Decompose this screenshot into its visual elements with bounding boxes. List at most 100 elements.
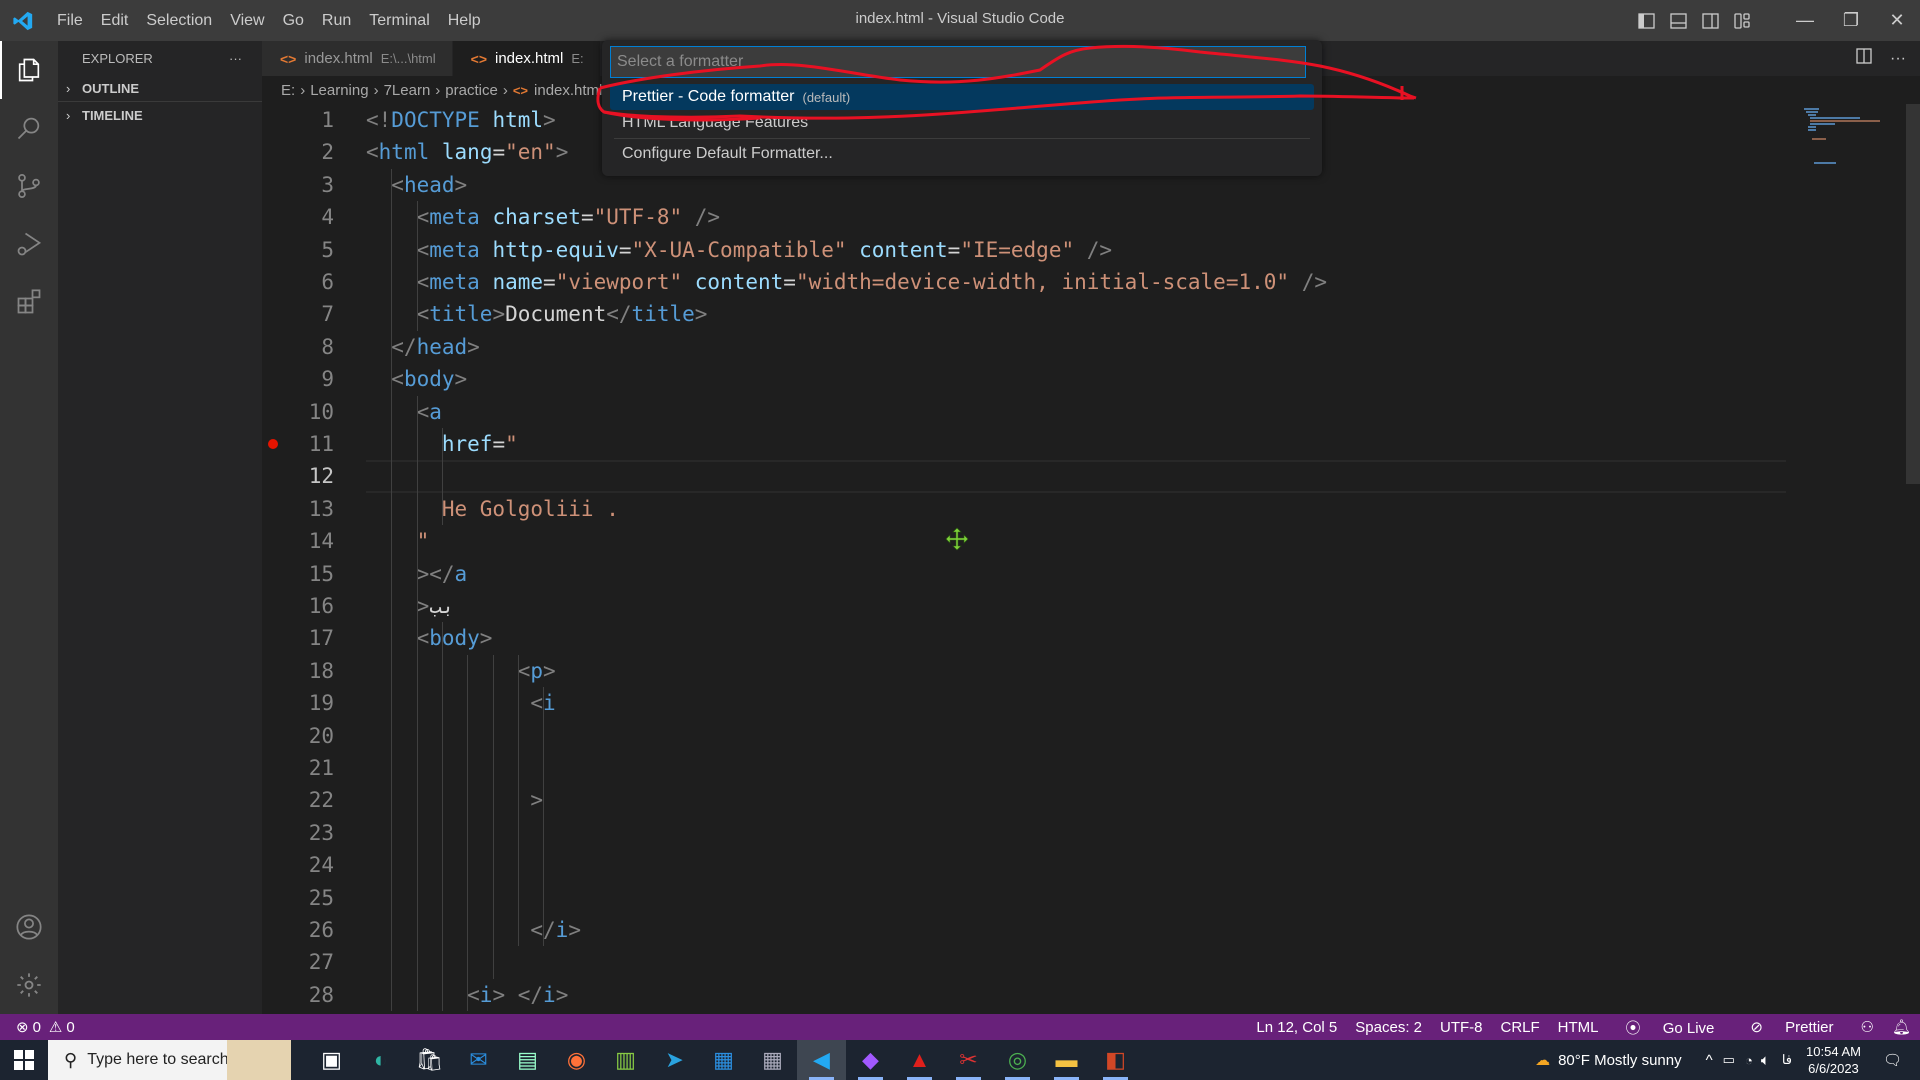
taskbar-app-powerpoint[interactable]: ◧ — [1091, 1040, 1140, 1080]
cursor-position[interactable]: Ln 12, Col 5 — [1247, 1019, 1346, 1036]
code-line[interactable]: 4 <meta charset="UTF-8" /> — [262, 201, 1786, 233]
code-line[interactable]: 21 — [262, 752, 1786, 784]
notification-center-icon[interactable]: 🗨︎ — [1875, 1051, 1920, 1069]
tab-index-html-1[interactable]: <> index.html E:\...\html — [262, 41, 453, 76]
close-button[interactable]: ✕ — [1874, 0, 1920, 41]
prettier-button[interactable]: ⊘ Prettier — [1732, 1018, 1851, 1036]
code-line[interactable]: 8 </head> — [262, 331, 1786, 363]
customize-layout-icon[interactable] — [1726, 0, 1758, 41]
taskbar-app-store[interactable]: 🛍︎ — [405, 1040, 454, 1080]
quick-pick-item-html-language-features[interactable]: HTML Language Features — [610, 110, 1314, 136]
code-line[interactable]: 14 " — [262, 525, 1786, 557]
quick-pick-item-configure-default[interactable]: Configure Default Formatter... — [610, 141, 1314, 167]
volume-icon[interactable]: 🔈︎ — [1761, 1052, 1770, 1069]
taskbar-app-chrome[interactable]: ◎ — [993, 1040, 1042, 1080]
code-line[interactable]: 9 <body> — [262, 363, 1786, 395]
restore-button[interactable]: ❐ — [1828, 0, 1874, 41]
breadcrumb-item[interactable]: E: — [281, 82, 295, 99]
source-control-icon[interactable] — [0, 157, 58, 215]
code-line[interactable]: 5 <meta http-equiv="X-UA-Compatible" con… — [262, 234, 1786, 266]
input-language[interactable]: فا — [1782, 1052, 1792, 1068]
toggle-secondary-sidebar-icon[interactable] — [1694, 0, 1726, 41]
quick-pick-item-prettier[interactable]: Prettier - Code formatter (default) — [610, 84, 1314, 110]
explorer-icon[interactable] — [0, 41, 58, 99]
weather-text[interactable]: 80°F Mostly sunny — [1558, 1052, 1682, 1069]
code-line[interactable]: 22 > — [262, 784, 1786, 816]
code-line[interactable]: 13 He Golgoliii . — [262, 493, 1786, 525]
code-line[interactable]: 26 </i> — [262, 914, 1786, 946]
code-line[interactable]: 18 <p> — [262, 655, 1786, 687]
encoding[interactable]: UTF-8 — [1431, 1019, 1492, 1036]
windows-start-icon[interactable] — [0, 1040, 48, 1080]
taskbar-app-snipping[interactable]: ✂ — [944, 1040, 993, 1080]
extensions-icon[interactable] — [0, 273, 58, 331]
code-line[interactable]: 25 — [262, 882, 1786, 914]
tab-index-html-2[interactable]: <> index.html E: — [452, 41, 601, 76]
menu-terminal[interactable]: Terminal — [360, 0, 438, 41]
breadcrumb-item[interactable]: practice — [445, 82, 498, 99]
code-line[interactable]: 24 — [262, 849, 1786, 881]
formatter-search-input[interactable] — [617, 53, 1305, 71]
clock[interactable]: 10:54 AM 6/6/2023 — [1792, 1043, 1875, 1077]
menu-view[interactable]: View — [221, 0, 273, 41]
menu-help[interactable]: Help — [439, 0, 490, 41]
code-line[interactable]: 10 <a — [262, 396, 1786, 428]
menu-run[interactable]: Run — [313, 0, 360, 41]
taskbar-app-vscode[interactable]: ◀ — [797, 1040, 846, 1080]
meet-now-icon[interactable]: ▭ — [1723, 1052, 1735, 1068]
menu-edit[interactable]: Edit — [92, 0, 138, 41]
manage-gear-icon[interactable] — [0, 956, 58, 1014]
taskbar-app-calculator[interactable]: ▦ — [748, 1040, 797, 1080]
code-line[interactable]: 17 <body> — [262, 622, 1786, 654]
wifi-icon[interactable]: ◔ — [1745, 1053, 1753, 1068]
language-mode[interactable]: HTML — [1549, 1019, 1608, 1036]
menu-selection[interactable]: Selection — [137, 0, 221, 41]
taskbar-app-edge[interactable]: ◐ — [356, 1040, 405, 1080]
feedback-icon[interactable]: ⚇ — [1852, 1018, 1883, 1036]
taskbar-app-task-view[interactable]: ▣ — [307, 1040, 356, 1080]
code-line[interactable]: 23 — [262, 817, 1786, 849]
code-editor[interactable]: 1 <!DOCTYPE html> 2 <html lang="en"> 3 <head… — [262, 104, 1920, 1014]
code-line[interactable]: 11 href=" — [262, 428, 1786, 460]
toggle-panel-icon[interactable] — [1662, 0, 1694, 41]
notifications-bell-icon[interactable]: 🔔︎ — [1883, 1018, 1920, 1036]
minimap[interactable] — [1800, 104, 1890, 224]
go-live-button[interactable]: ⦿ Go Live — [1608, 1017, 1733, 1038]
taskbar-app-acrobat[interactable]: ▲ — [895, 1040, 944, 1080]
code-line[interactable]: 19 <i — [262, 687, 1786, 719]
code-line[interactable]: 12 — [262, 460, 1786, 493]
vertical-scrollbar[interactable] — [1906, 104, 1920, 484]
menu-file[interactable]: File — [48, 0, 92, 41]
taskbar-app-figma[interactable]: ◆ — [846, 1040, 895, 1080]
problems-indicator[interactable]: ⊗ 0 ⚠ 0 — [0, 1018, 75, 1037]
code-line[interactable]: 6 <meta name="viewport" content="width=d… — [262, 266, 1786, 298]
more-actions-icon[interactable]: ··· — [1890, 50, 1906, 68]
code-line[interactable]: 27 — [262, 946, 1786, 978]
code-line[interactable]: 15 ></a — [262, 558, 1786, 590]
taskbar-app-telegram[interactable]: ➤ — [650, 1040, 699, 1080]
toggle-primary-sidebar-icon[interactable] — [1630, 0, 1662, 41]
taskbar-app-notepad-plus[interactable]: ▥ — [601, 1040, 650, 1080]
breadcrumb-item[interactable]: Learning — [310, 82, 368, 99]
code-line[interactable]: 7 <title>Document</title> — [262, 298, 1786, 330]
code-line[interactable]: 20 — [262, 720, 1786, 752]
end-of-line[interactable]: CRLF — [1492, 1019, 1549, 1036]
taskbar-app-notepad[interactable]: ▤ — [503, 1040, 552, 1080]
taskbar-app-firefox[interactable]: ◉ — [552, 1040, 601, 1080]
taskbar-app-calendar[interactable]: ▦ — [699, 1040, 748, 1080]
search-icon[interactable] — [0, 99, 58, 157]
breadcrumb-item[interactable]: index.html — [534, 82, 602, 99]
minimize-button[interactable]: — — [1782, 0, 1828, 41]
breadcrumb-item[interactable]: 7Learn — [384, 82, 431, 99]
taskbar-search-box[interactable]: ⚲ Type here to search — [48, 1040, 291, 1080]
indentation[interactable]: Spaces: 2 — [1346, 1019, 1431, 1036]
more-actions-icon[interactable]: ··· — [229, 51, 242, 66]
run-debug-icon[interactable] — [0, 215, 58, 273]
accounts-icon[interactable] — [0, 898, 58, 956]
weather-icon[interactable]: ☁ — [1535, 1051, 1550, 1069]
menu-go[interactable]: Go — [274, 0, 313, 41]
code-line[interactable]: 28 <i> </i> — [262, 979, 1786, 1011]
show-hidden-icons-chevron[interactable]: ^ — [1706, 1052, 1713, 1069]
split-editor-icon[interactable] — [1856, 48, 1872, 69]
sidebar-section-timeline[interactable]: › TIMELINE — [58, 102, 262, 129]
